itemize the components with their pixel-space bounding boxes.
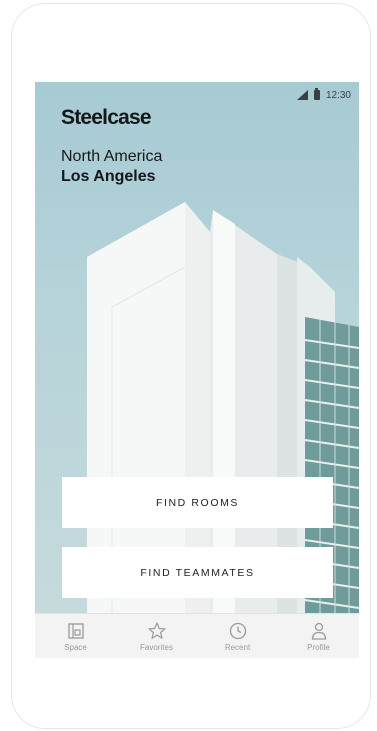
star-icon bbox=[147, 622, 166, 639]
space-icon bbox=[67, 623, 84, 639]
person-icon bbox=[311, 622, 326, 640]
tab-profile[interactable]: Profile bbox=[278, 614, 359, 658]
location-city: Los Angeles bbox=[61, 168, 156, 185]
clock-icon bbox=[229, 622, 246, 640]
tab-space[interactable]: Space bbox=[35, 614, 116, 658]
app-screen: 12:30 Steelcase North America Los Angele… bbox=[35, 82, 359, 658]
status-bar: 12:30 bbox=[296, 88, 351, 102]
signal-icon bbox=[296, 90, 308, 100]
brand-logo: Steelcase bbox=[61, 106, 152, 129]
tab-favorites[interactable]: Favorites bbox=[116, 614, 197, 658]
tab-profile-label: Profile bbox=[307, 643, 330, 652]
battery-icon bbox=[313, 88, 320, 100]
location-region: North America bbox=[61, 148, 163, 165]
tab-recent[interactable]: Recent bbox=[197, 614, 278, 658]
find-teammates-button[interactable]: FIND TEAMMATES bbox=[62, 547, 333, 598]
find-rooms-button[interactable]: FIND ROOMS bbox=[62, 477, 333, 528]
tab-favorites-label: Favorites bbox=[140, 643, 173, 652]
tab-recent-label: Recent bbox=[224, 643, 251, 652]
bottom-tab-bar: Space Favorites Recent Profile bbox=[35, 613, 359, 658]
tab-space-label: Space bbox=[64, 643, 87, 652]
status-time: 12:30 bbox=[325, 89, 351, 101]
